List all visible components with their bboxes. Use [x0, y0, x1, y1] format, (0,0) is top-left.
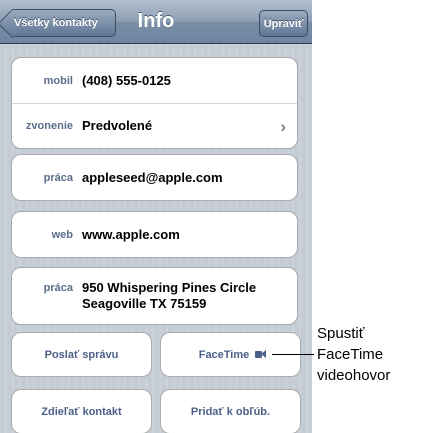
iphone-screen: Všetky kontakty Info Upraviť mobil (408)…	[0, 0, 312, 433]
callout-text: Spustiť FaceTime videohovor	[317, 323, 433, 386]
share-contact-label: Zdieľať kontakt	[41, 405, 122, 418]
email-value: appleseed@apple.com	[82, 169, 223, 185]
email-row[interactable]: práca appleseed@apple.com	[12, 155, 297, 200]
email-label: práca	[43, 171, 73, 184]
ringtone-row[interactable]: zvonenie Predvolené ›	[12, 103, 297, 148]
add-to-favorites-button[interactable]: Pridať k obľúb.	[160, 389, 301, 433]
web-label: web	[51, 228, 73, 241]
callout-line-2: FaceTime	[317, 346, 384, 363]
address-line-1: 950 Whispering Pines Circle	[82, 280, 257, 295]
chevron-right-icon: ›	[280, 117, 286, 136]
web-group: web www.apple.com	[11, 211, 298, 258]
address-group: práca 950 Whispering Pines Circle Seagov…	[11, 267, 298, 325]
address-value: 950 Whispering Pines Circle Seagoville T…	[82, 280, 256, 312]
add-favorites-label: Pridať k obľúb.	[190, 405, 271, 418]
phone-group: mobil (408) 555-0125 zvonenie Predvolené…	[11, 57, 298, 149]
address-line-2: Seagoville TX 75159	[82, 296, 207, 311]
callout-line	[272, 354, 314, 355]
web-row[interactable]: web www.apple.com	[12, 212, 297, 257]
callout-line-1: Spustiť	[317, 325, 365, 342]
ringtone-value: Predvolené	[82, 118, 153, 133]
address-row[interactable]: práca 950 Whispering Pines Circle Seagov…	[12, 268, 297, 324]
back-button-label: Všetky kontakty	[14, 17, 98, 29]
mobile-value: (408) 555-0125	[82, 72, 171, 88]
mobile-row[interactable]: mobil (408) 555-0125	[12, 58, 297, 103]
send-message-button[interactable]: Poslať správu	[11, 332, 152, 377]
send-message-label: Poslať správu	[44, 348, 119, 361]
email-group: práca appleseed@apple.com	[11, 154, 298, 201]
video-camera-icon	[255, 350, 267, 358]
callout-line-3: videohovor	[317, 367, 391, 384]
mobile-label: mobil	[43, 74, 73, 87]
web-value: www.apple.com	[82, 226, 180, 242]
facetime-label: FaceTime	[198, 348, 250, 361]
address-label: práca	[43, 282, 73, 294]
share-contact-button[interactable]: Zdieľať kontakt	[11, 389, 152, 433]
navigation-bar: Všetky kontakty Info Upraviť	[0, 0, 312, 44]
ringtone-label: zvonenie	[25, 120, 73, 132]
edit-button[interactable]: Upraviť	[259, 10, 308, 37]
